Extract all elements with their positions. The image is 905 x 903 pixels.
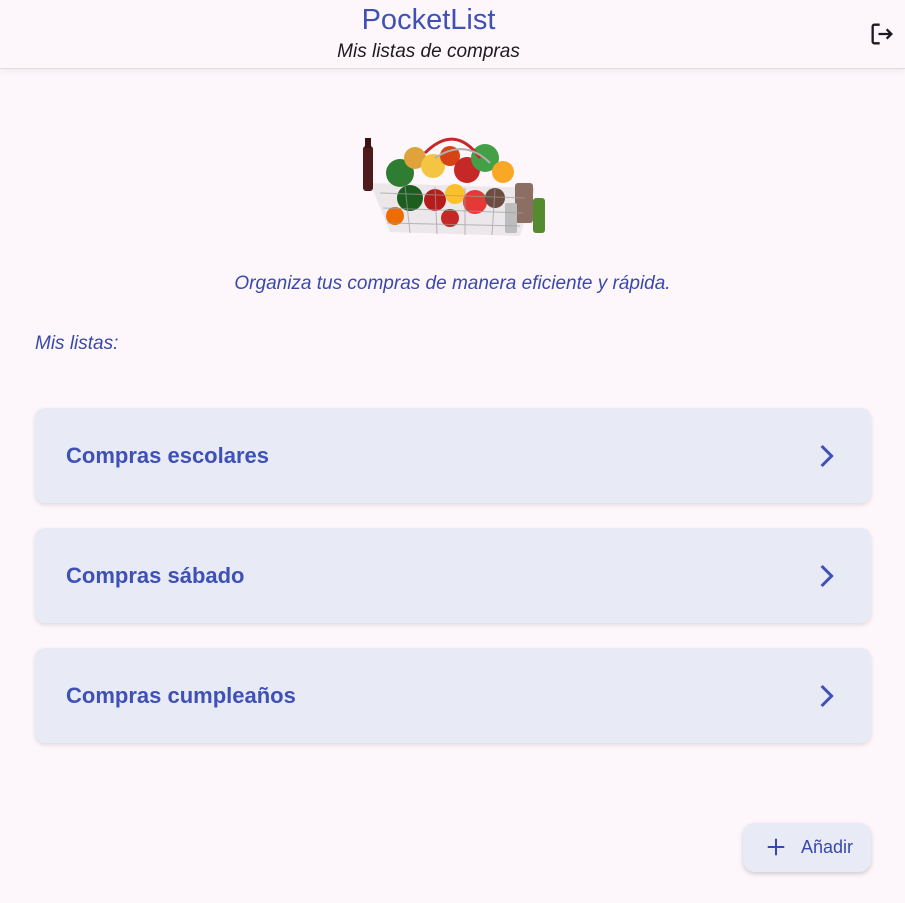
list-item-label: Compras cumpleaños	[66, 682, 296, 708]
list-item-compras-sabado[interactable]: Compras sábado	[35, 528, 871, 623]
chevron-right-icon	[820, 444, 834, 468]
plus-icon	[767, 838, 785, 856]
list-item-label: Compras sábado	[66, 562, 245, 588]
list-item-label: Compras escolares	[66, 442, 269, 468]
grocery-basket-illustration	[355, 128, 550, 243]
logout-icon	[871, 23, 893, 45]
chevron-right-icon	[820, 564, 834, 588]
lists-section-label: Mis listas:	[35, 333, 119, 354]
list-item-compras-escolares[interactable]: Compras escolares	[35, 408, 871, 503]
app-subtitle: Mis listas de compras	[337, 41, 520, 62]
tagline: Organiza tus compras de manera eficiente…	[234, 273, 671, 294]
add-list-button[interactable]: Añadir	[743, 823, 871, 872]
chevron-right-icon	[820, 684, 834, 708]
logout-button[interactable]	[864, 16, 900, 52]
app-title: PocketList	[361, 4, 496, 36]
list-item-compras-cumpleanos[interactable]: Compras cumpleaños	[35, 648, 871, 743]
app-bar: PocketList Mis listas de compras	[0, 0, 905, 69]
add-button-label: Añadir	[801, 837, 854, 857]
